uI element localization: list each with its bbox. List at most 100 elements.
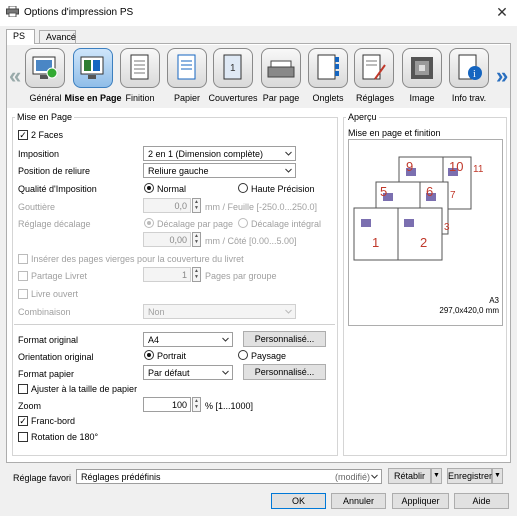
- toolbar-label: Info trav.: [451, 93, 487, 103]
- offset-full-radio[interactable]: [238, 218, 248, 228]
- split-booklet-input[interactable]: 1: [143, 267, 191, 282]
- favorites-select[interactable]: Réglages prédéfinis (modifié): [76, 469, 382, 484]
- toolbar-finition[interactable]: [120, 48, 160, 88]
- gutter-label: Gouttière: [18, 202, 56, 212]
- window-title: Options d'impression PS: [24, 7, 134, 18]
- imposition-value: 2 en 1 (Dimension complète): [148, 149, 264, 159]
- binding-value: Reliure gauche: [148, 166, 209, 176]
- tab-ps[interactable]: PS: [6, 29, 35, 44]
- landscape-radio[interactable]: [238, 350, 248, 360]
- split-booklet-checkbox[interactable]: [18, 271, 28, 281]
- preview-page-num: 5: [380, 184, 388, 199]
- combination-select[interactable]: Non: [143, 304, 296, 319]
- restore-button[interactable]: Rétablir: [388, 468, 431, 484]
- settings-icon: [362, 54, 386, 80]
- zoom-unit: % [1...1000]: [205, 401, 254, 411]
- offset-per-page-radio[interactable]: [144, 218, 154, 228]
- insert-blank-checkbox[interactable]: [18, 254, 28, 264]
- preview-title: Aperçu: [346, 112, 379, 122]
- toolbar-general[interactable]: [25, 48, 65, 88]
- tab-label: PS: [13, 31, 26, 41]
- quality-normal-radio[interactable]: [144, 183, 154, 193]
- fit-paper-checkbox[interactable]: [18, 384, 28, 394]
- preview-page-num: 11: [473, 164, 484, 175]
- toolbar-label: Couvertures: [208, 93, 258, 103]
- binding-select[interactable]: Reliure gauche: [143, 163, 296, 178]
- toolbar-couvertures[interactable]: 1: [213, 48, 253, 88]
- chevron-down-icon: [222, 337, 229, 342]
- split-booklet-spinner[interactable]: ▲ ▼: [192, 267, 201, 282]
- chevron-down-icon: [222, 370, 229, 375]
- quality-high-label: Haute Précision: [251, 184, 315, 194]
- toolbar-label: Onglets: [312, 93, 344, 103]
- rotate-label: Rotation de 180°: [31, 432, 99, 442]
- border-checkbox[interactable]: ✓: [18, 416, 28, 426]
- preview-page-num: 3: [444, 222, 450, 233]
- preview-subtitle: Mise en page et finition: [348, 128, 441, 138]
- portrait-radio[interactable]: [144, 350, 154, 360]
- imposition-select[interactable]: 2 en 1 (Dimension complète): [143, 146, 296, 161]
- open-book-checkbox[interactable]: [18, 289, 28, 299]
- toolbar-label: Finition: [125, 93, 155, 103]
- two-sided-label: 2 Faces: [31, 130, 64, 140]
- gutter-spinner[interactable]: ▲ ▼: [192, 198, 201, 213]
- original-format-select[interactable]: A4: [143, 332, 233, 347]
- imposition-label: Imposition: [18, 149, 60, 159]
- scroll-right-icon[interactable]: »: [496, 63, 508, 89]
- toolbar-info-trav[interactable]: i: [449, 48, 489, 88]
- save-menu-button[interactable]: ▼: [492, 468, 503, 484]
- radio-dot: [147, 353, 151, 357]
- toolbar-label: Réglages: [355, 93, 395, 103]
- paper-custom-button[interactable]: Personnalisé...: [243, 364, 326, 380]
- zoom-input[interactable]: 100: [143, 397, 191, 412]
- orientation-label: Orientation original: [18, 352, 94, 362]
- tab-avance[interactable]: Avancé: [39, 30, 76, 44]
- preview-page-num: 10: [449, 159, 464, 174]
- scroll-left-icon[interactable]: «: [9, 63, 21, 89]
- offset-label: Réglage décalage: [18, 219, 91, 229]
- offset-input[interactable]: 0,00: [143, 232, 191, 247]
- finishing-icon: [130, 54, 149, 80]
- layout-group-title: Mise en Page: [15, 112, 75, 122]
- paper-format-select[interactable]: Par défaut: [143, 365, 233, 380]
- chevron-down-icon: [285, 309, 292, 314]
- close-button[interactable]: ✕: [494, 4, 510, 20]
- zoom-label: Zoom: [18, 401, 42, 411]
- restore-menu-button[interactable]: ▼: [431, 468, 442, 484]
- gutter-input[interactable]: 0,0: [143, 198, 191, 213]
- favorites-value: Réglages prédéfinis: [81, 472, 161, 482]
- preview-size-dims: 297,0x420,0 mm: [439, 306, 499, 315]
- per-page-icon: [267, 60, 295, 78]
- preview-page-num: 2: [420, 235, 428, 250]
- cover-icon: 1: [223, 54, 242, 80]
- fit-paper-label: Ajuster à la taille de papier: [31, 384, 138, 394]
- rotate-checkbox[interactable]: [18, 432, 28, 442]
- combination-label: Combinaison: [18, 307, 71, 317]
- apply-button[interactable]: Appliquer: [392, 493, 449, 509]
- chevron-down-icon: [285, 151, 292, 156]
- original-format-value: A4: [148, 335, 160, 345]
- paper-icon: [177, 54, 196, 80]
- zoom-spinner[interactable]: ▲ ▼: [192, 397, 201, 412]
- toolbar-mise-en-page[interactable]: [73, 48, 113, 88]
- ok-button[interactable]: OK: [271, 493, 326, 509]
- two-sided-checkbox[interactable]: ✓: [18, 130, 28, 140]
- toolbar-image[interactable]: [402, 48, 442, 88]
- offset-per-page-label: Décalage par page: [157, 219, 234, 229]
- save-button[interactable]: Enregistrer: [447, 468, 492, 484]
- quality-label: Qualité d'Imposition: [18, 184, 97, 194]
- toolbar-papier[interactable]: [167, 48, 207, 88]
- help-button[interactable]: Aide: [454, 493, 509, 509]
- toolbar-par-page[interactable]: [261, 48, 301, 88]
- paper-format-value: Par défaut: [148, 368, 190, 378]
- original-custom-button[interactable]: Personnalisé...: [243, 331, 326, 347]
- toolbar-onglets[interactable]: [308, 48, 348, 88]
- offset-spinner[interactable]: ▲ ▼: [192, 232, 201, 247]
- split-booklet-unit: Pages par groupe: [205, 271, 277, 281]
- split-booklet-label: Partage Livret: [31, 271, 88, 281]
- insert-blank-label: Insérer des pages vierges pour la couver…: [31, 254, 244, 264]
- quality-high-radio[interactable]: [238, 183, 248, 193]
- toolbar-label: Mise en Page: [64, 93, 122, 103]
- cancel-button[interactable]: Annuler: [331, 493, 386, 509]
- toolbar-reglages[interactable]: [354, 48, 394, 88]
